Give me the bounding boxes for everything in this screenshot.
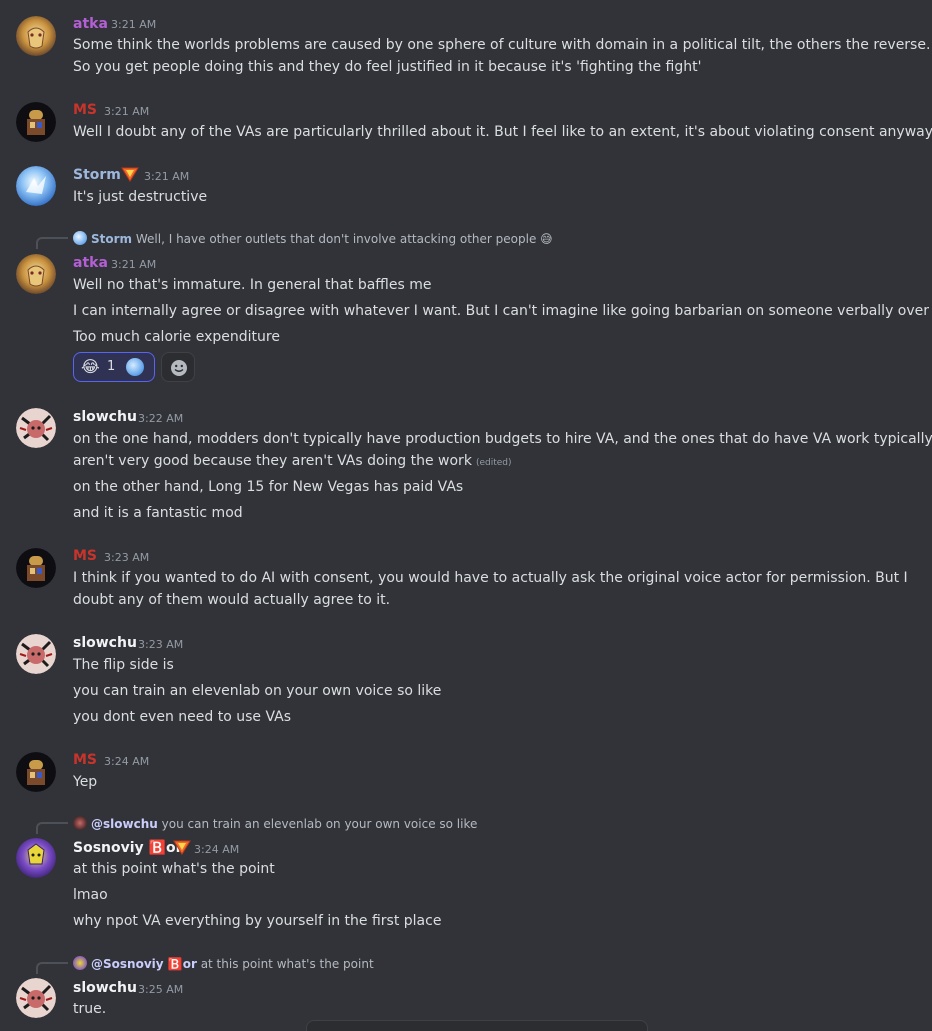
timestamp: 3:22 AM (138, 412, 184, 425)
timestamp: 3:21 AM (144, 170, 190, 183)
message-ms-1: MS 3:21 AM Well I doubt any of the VAs a… (0, 102, 932, 150)
triangle-badge-icon[interactable] (121, 166, 139, 182)
slowchu-avatar[interactable] (16, 634, 56, 674)
username[interactable]: slowchu (73, 409, 137, 425)
message-line: aren't very good because they aren't VAs… (73, 450, 912, 474)
username[interactable]: atka (73, 16, 108, 32)
storm-avatar[interactable] (16, 166, 56, 206)
username[interactable]: Storm (73, 167, 121, 183)
message-atka-1: atka 3:21 AM Some think the worlds probl… (0, 14, 932, 84)
message-line: Too much calorie expenditure (73, 329, 280, 345)
timestamp: 3:23 AM (104, 551, 150, 564)
message-line: I think if you wanted to do AI with cons… (73, 570, 908, 586)
message-text: aren't very good because they aren't VAs… (73, 453, 472, 469)
message-atka-2: Storm Well, I have other outlets that do… (0, 230, 932, 385)
storm-mini-avatar (73, 231, 87, 245)
message-line: true. (73, 1001, 107, 1017)
message-line: Well no that's immature. In general that… (73, 277, 432, 293)
message-line: Yep (73, 774, 98, 790)
message-line: So you get people doing this and they do… (73, 59, 702, 75)
reply-preview[interactable]: Storm Well, I have other outlets that do… (73, 231, 553, 246)
username[interactable]: slowchu (73, 980, 137, 996)
reply-spine (36, 822, 68, 834)
message-ms-3: MS 3:24 AM Yep (0, 751, 932, 797)
timestamp: 3:25 AM (138, 983, 184, 996)
message-slowchu-1: slowchu 3:22 AM on the one hand, modders… (0, 408, 932, 528)
reaction-emoji: 😂 (81, 357, 100, 376)
slowchu-mini-avatar (73, 816, 87, 830)
ms-avatar[interactable] (16, 752, 56, 792)
username[interactable]: atka (73, 255, 108, 271)
ms-avatar[interactable] (16, 548, 56, 588)
username[interactable]: MS (73, 102, 97, 118)
reply-text: Well, I have other outlets that don't in… (135, 232, 537, 246)
message-storm-1: Storm 3:21 AM It's just destructive (0, 166, 932, 214)
timestamp: 3:21 AM (111, 258, 157, 271)
message-line: Well I doubt any of the VAs are particul… (73, 124, 932, 140)
sosnoviy-avatar[interactable] (16, 838, 56, 878)
reply-preview[interactable]: @slowchu you can train an elevenlab on y… (73, 816, 477, 831)
timestamp: 3:23 AM (138, 638, 184, 651)
ms-avatar[interactable] (16, 102, 56, 142)
message-line: and it is a fantastic mod (73, 505, 243, 521)
message-line: at this point what's the point (73, 861, 275, 877)
username[interactable]: MS (73, 752, 97, 768)
username[interactable]: MS (73, 548, 97, 564)
message-sosnoviy-1: @slowchu you can train an elevenlab on y… (0, 815, 932, 940)
reaction-button[interactable]: 😂 1 (73, 352, 155, 382)
reply-text: you can train an elevenlab on your own v… (161, 817, 478, 831)
timestamp: 3:21 AM (104, 105, 150, 118)
reply-spine (36, 962, 68, 974)
message-slowchu-3: @Sosnoviy 🅱️or at this point what's the … (0, 955, 932, 1025)
message-line: The flip side is (73, 657, 174, 673)
smiley-icon (170, 359, 188, 381)
edited-tag: (edited) (475, 458, 512, 468)
reactor-avatar (126, 358, 144, 376)
message-input-edge[interactable] (306, 1020, 648, 1031)
reply-username[interactable]: @slowchu (91, 817, 158, 831)
message-ms-2: MS 3:23 AM I think if you wanted to do A… (0, 547, 932, 617)
message-line: I can internally agree or disagree with … (73, 303, 932, 319)
slowchu-avatar[interactable] (16, 978, 56, 1018)
reply-username[interactable]: Storm (91, 232, 132, 246)
username[interactable]: Sosnoviy 🅱️or (73, 840, 183, 856)
message-line: on the other hand, Long 15 for New Vegas… (73, 479, 464, 495)
message-line: It's just destructive (73, 189, 208, 205)
reply-text: at this point what's the point (200, 957, 374, 971)
reaction-count: 1 (107, 359, 116, 374)
message-line: Some think the worlds problems are cause… (73, 37, 931, 53)
timestamp: 3:24 AM (194, 843, 240, 856)
reply-spine (36, 237, 68, 249)
message-line: doubt any of them would actually agree t… (73, 592, 391, 608)
message-line: lmao (73, 887, 108, 903)
reply-emoji: 😅 (540, 232, 553, 246)
timestamp: 3:21 AM (111, 18, 157, 31)
slowchu-avatar[interactable] (16, 408, 56, 448)
timestamp: 3:24 AM (104, 755, 150, 768)
triangle-badge-icon[interactable] (173, 839, 191, 855)
username[interactable]: slowchu (73, 635, 137, 651)
message-line: you dont even need to use VAs (73, 709, 291, 725)
message-line: why npot VA everything by yourself in th… (73, 913, 442, 929)
message-slowchu-2: slowchu 3:23 AM The flip side is you can… (0, 634, 932, 730)
sosnoviy-mini-avatar (73, 956, 87, 970)
reply-preview[interactable]: @Sosnoviy 🅱️or at this point what's the … (73, 956, 374, 971)
atka-avatar[interactable] (16, 254, 56, 294)
add-reaction-button[interactable] (161, 352, 195, 382)
atka-avatar[interactable] (16, 16, 56, 56)
message-line: on the one hand, modders don't typically… (73, 431, 932, 447)
reply-username[interactable]: @Sosnoviy 🅱️or (91, 957, 197, 971)
message-line: you can train an elevenlab on your own v… (73, 683, 442, 699)
